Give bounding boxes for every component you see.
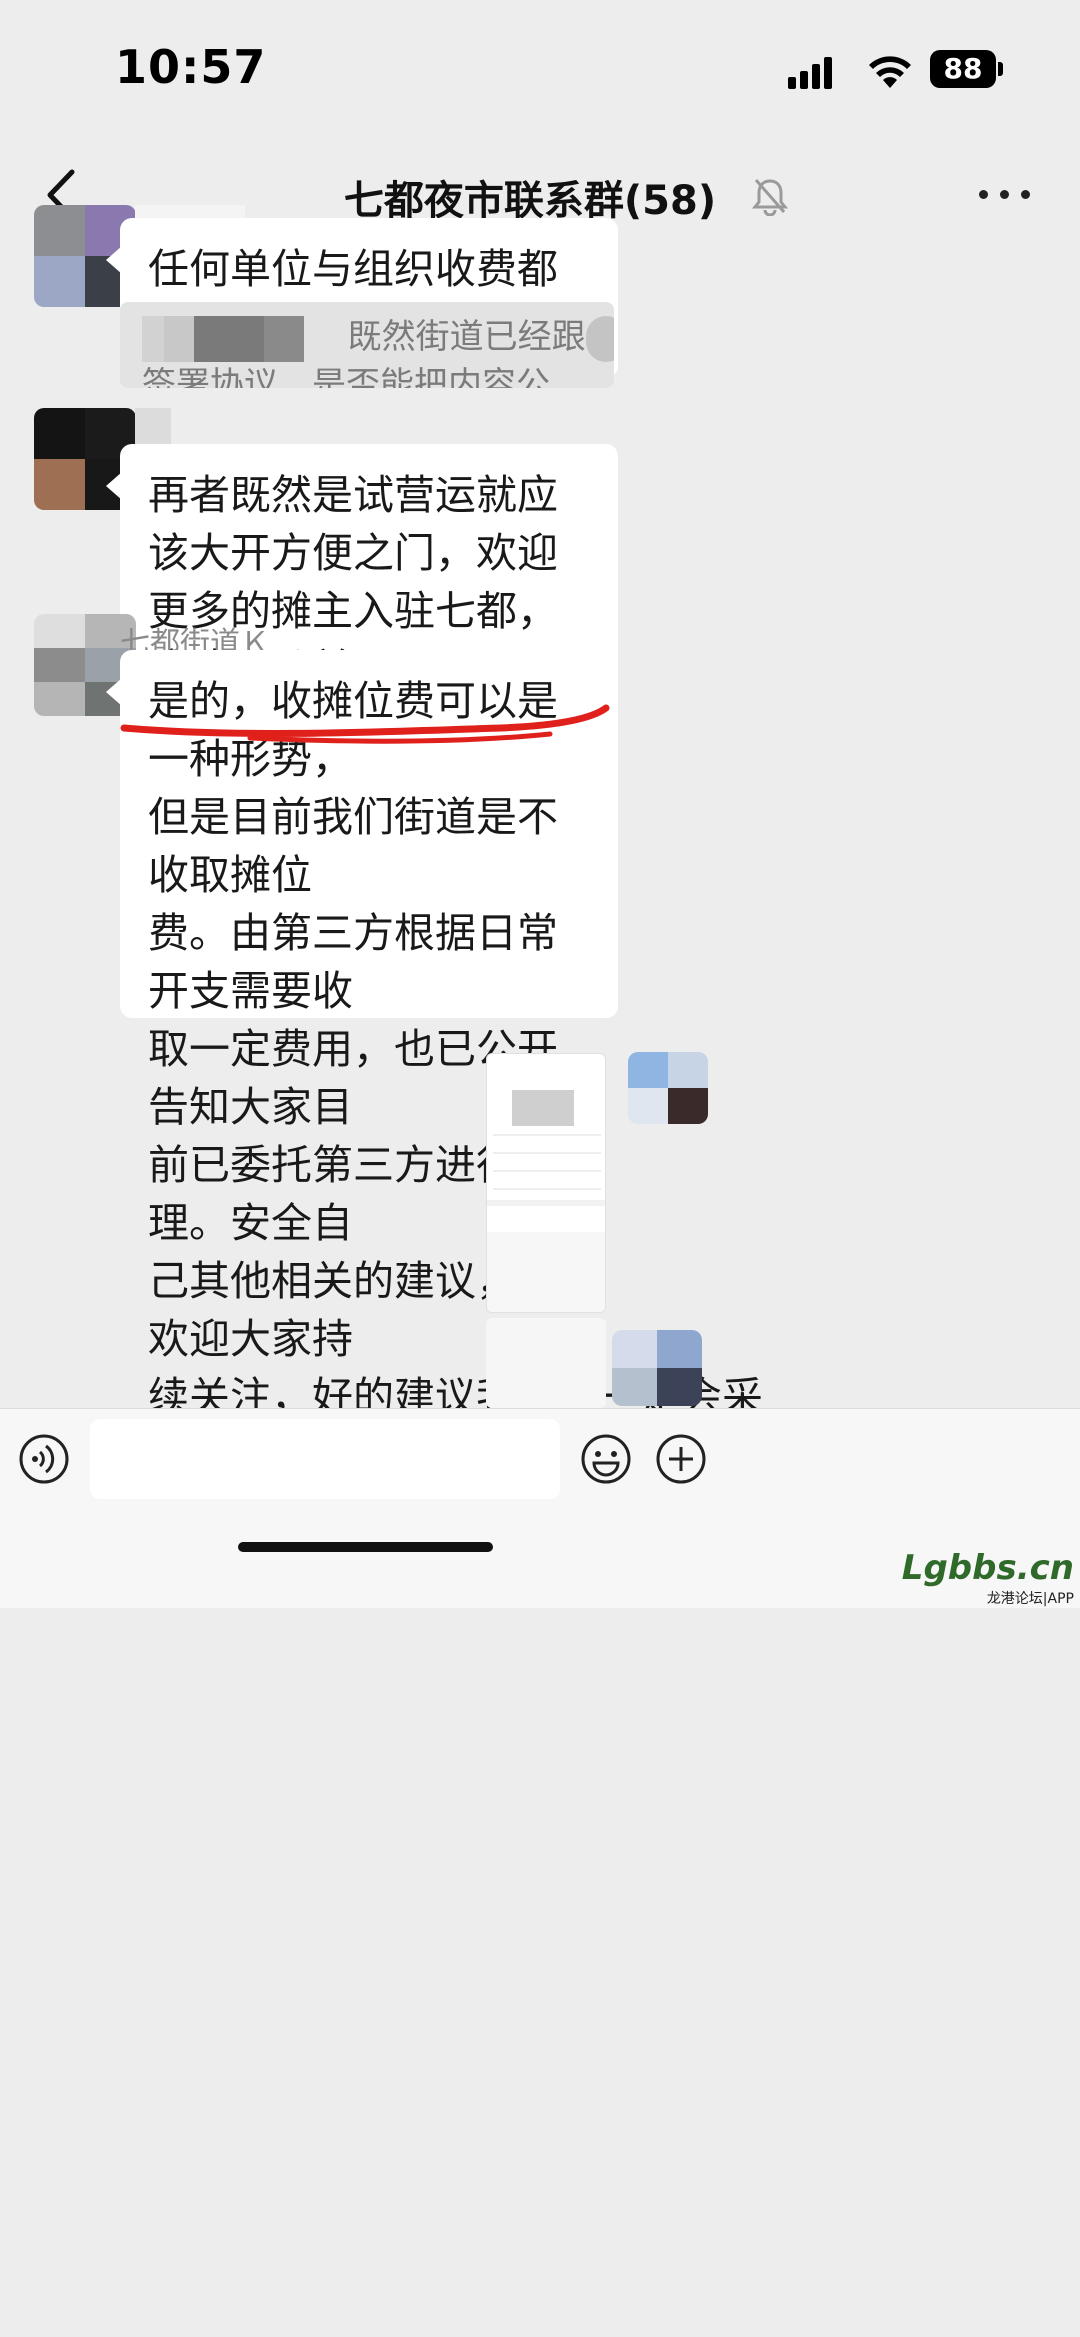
- message-line: 但是目前我们街道是不收取摊位: [148, 793, 558, 899]
- home-indicator[interactable]: [238, 1542, 493, 1552]
- battery-tip: [998, 62, 1003, 76]
- status-time: 10:57: [115, 40, 267, 94]
- more-options-icon[interactable]: [975, 184, 1035, 204]
- watermark-subtitle: 龙港论坛|APP: [986, 1591, 1074, 1607]
- quote-line: 既然街道已经跟公司: [142, 314, 614, 362]
- site-watermark: Lgbbs.cn 龙港论坛|APP: [902, 1548, 1074, 1608]
- image-message-thumbnail[interactable]: [486, 1318, 606, 1408]
- red-underline-annotation: [120, 704, 610, 744]
- battery-icon: 88: [930, 50, 996, 88]
- more-functions-plus-icon[interactable]: [655, 1433, 707, 1485]
- sender-name-blurred: [135, 408, 171, 448]
- status-bar: 10:57 88: [0, 0, 1080, 140]
- my-avatar[interactable]: [612, 1330, 702, 1406]
- wifi-icon: [869, 56, 911, 88]
- signal-icon: [788, 55, 834, 89]
- watermark-logo: Lgbbs.cn: [901, 1548, 1074, 1588]
- quoted-message[interactable]: 既然街道已经跟公司 签署协议，是否能把内容公示给各位摊...: [120, 302, 614, 388]
- quote-line: 签署协议，是否能把内容公示给各位摊...: [142, 364, 592, 389]
- voice-input-icon[interactable]: [18, 1433, 70, 1485]
- message-input[interactable]: [90, 1419, 560, 1499]
- message-line: 费。由第三方根据日常开支需要收: [148, 909, 558, 1015]
- emoji-icon[interactable]: [580, 1433, 632, 1485]
- my-avatar[interactable]: [628, 1052, 708, 1124]
- image-message-thumbnail[interactable]: [486, 1053, 606, 1313]
- mute-bell-icon: [752, 179, 788, 216]
